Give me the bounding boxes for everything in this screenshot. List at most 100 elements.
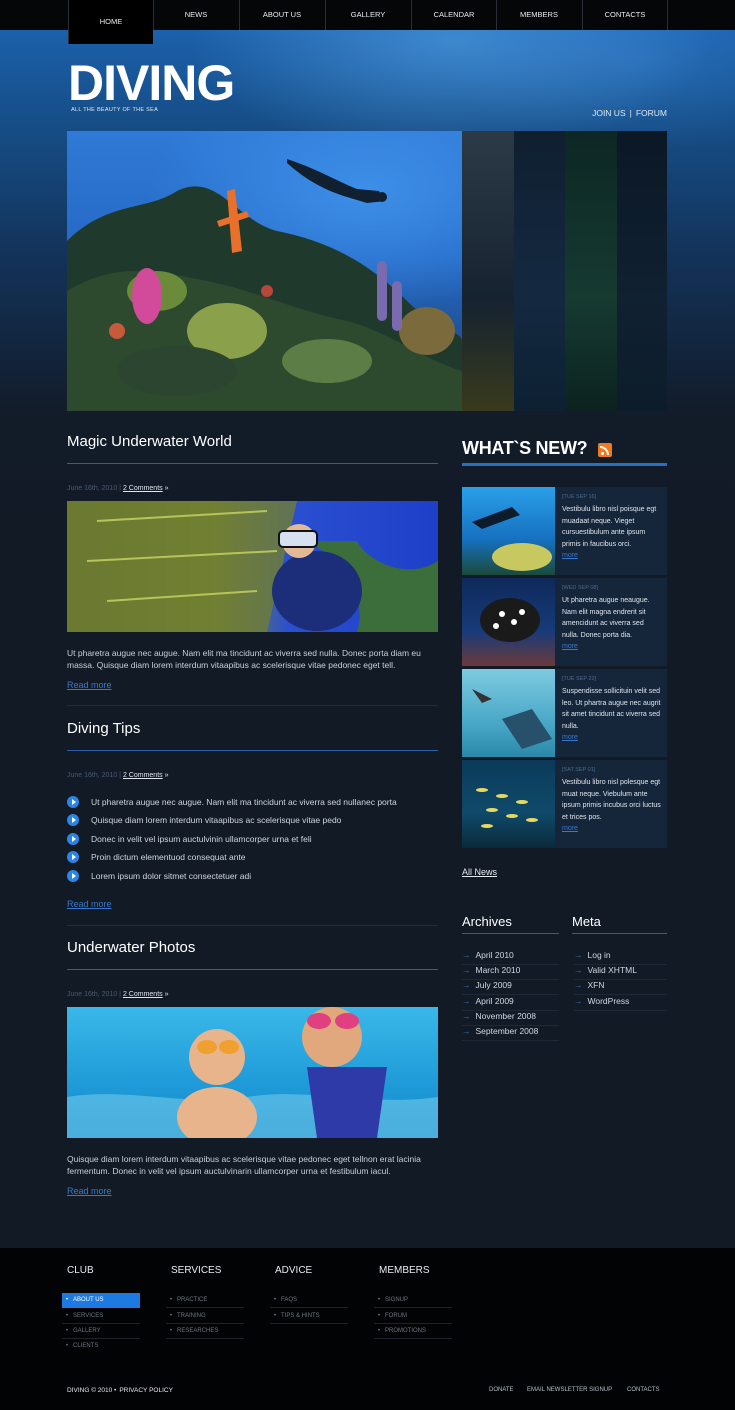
news-date: [WED SEP 08] <box>562 585 598 591</box>
post-title[interactable]: Underwater Photos <box>67 936 438 970</box>
news-item: [SAT SEP 01] Vestibulu libro nisl polesq… <box>462 760 667 848</box>
whats-new-title: WHAT`S NEW? <box>462 438 588 458</box>
thumb-shade <box>462 131 514 411</box>
nav-about-us[interactable]: ABOUT US <box>239 0 324 30</box>
slider-thumb-2[interactable] <box>513 131 565 411</box>
all-news-link[interactable]: All News <box>462 867 497 877</box>
footer-link-contacts[interactable]: CONTACTS <box>627 1387 660 1393</box>
thumb-shade <box>565 131 617 411</box>
nav-home[interactable]: HOME <box>68 0 153 44</box>
footer-link-faqs[interactable]: FAQS <box>270 1293 348 1308</box>
footer-link-gallery[interactable]: GALLERY <box>62 1324 140 1339</box>
meta-item[interactable]: → Log in <box>574 950 667 965</box>
post-title[interactable]: Magic Underwater World <box>67 430 438 464</box>
news-more-link[interactable]: more <box>562 825 578 832</box>
post-meta: June 16th, 2010 | 2 Comments » <box>67 991 169 998</box>
privacy-policy-link[interactable]: PRIVACY POLICY <box>119 1387 173 1394</box>
arrow-right-icon: → <box>574 980 583 990</box>
news-date: [SAT SEP 01] <box>562 767 596 773</box>
footer-column-title: ADVICE <box>275 1265 313 1276</box>
slider-thumb-3[interactable] <box>565 131 617 411</box>
pufferfish-thumb-illustration <box>480 598 540 642</box>
footer-link-donate[interactable]: DONATE <box>489 1387 514 1393</box>
tip-text: Ut pharetra augue nec augue. Nam elit ma… <box>91 797 397 807</box>
slider-thumb-1[interactable] <box>462 131 514 411</box>
arrow-right-icon: → <box>462 950 471 960</box>
play-bullet-icon <box>67 814 79 826</box>
news-more-link[interactable]: more <box>562 552 578 559</box>
diver-photo-illustration <box>67 501 438 632</box>
tip-text: Donec in velit vel ipsum auctulvinin ull… <box>91 834 312 844</box>
tip-text: Quisque diam lorem interdum vitaapibus a… <box>91 815 342 825</box>
footer-link-tips-hints[interactable]: TIPS & HINTS <box>270 1309 348 1324</box>
footer-link-researches[interactable]: RESEARCHES <box>166 1324 244 1339</box>
nav-gallery[interactable]: GALLERY <box>325 0 410 30</box>
thumb-shade <box>616 131 667 411</box>
footer-link-training[interactable]: TRAINING <box>166 1309 244 1324</box>
footer-link-practice[interactable]: PRACTICE <box>166 1293 244 1308</box>
nav-members[interactable]: MEMBERS <box>496 0 581 30</box>
comments-link[interactable]: 2 Comments <box>123 772 163 779</box>
hero-slider[interactable] <box>67 131 667 411</box>
post-image[interactable] <box>67 1007 438 1138</box>
footer-column-title: MEMBERS <box>379 1265 430 1276</box>
nav-calendar[interactable]: CALENDAR <box>411 0 496 30</box>
comments-link[interactable]: 2 Comments <box>123 991 163 998</box>
archives-underline <box>462 933 559 934</box>
footer-link-services[interactable]: SERVICES <box>62 1309 140 1324</box>
rss-icon[interactable] <box>598 443 612 457</box>
meta-item[interactable]: → XFN <box>574 980 667 995</box>
footer-link-clients[interactable]: CLIENTS <box>62 1339 140 1354</box>
news-thumbnail[interactable] <box>462 487 555 575</box>
read-more-link[interactable]: Read more <box>67 680 112 690</box>
slider-thumbnails <box>462 131 667 411</box>
meta-separator: | <box>119 772 121 779</box>
nav-divider <box>667 0 668 30</box>
comments-link[interactable]: 2 Comments <box>123 485 163 492</box>
archive-item[interactable]: → April 2010 <box>462 950 559 965</box>
nav-news[interactable]: NEWS <box>153 0 238 30</box>
nav-contacts[interactable]: CONTACTS <box>582 0 667 30</box>
site-logo[interactable]: DIVING <box>68 57 235 109</box>
archive-item[interactable]: → July 2009 <box>462 980 559 995</box>
forum-link[interactable]: FORUM <box>636 108 667 118</box>
post-date: June 16th, 2010 <box>67 485 118 492</box>
stingray-thumb-illustration <box>472 689 552 749</box>
footer-link-promotions[interactable]: PROMOTIONS <box>374 1324 452 1339</box>
news-more-link[interactable]: more <box>562 734 578 741</box>
footer-link-forum[interactable]: FORUM <box>374 1309 452 1324</box>
meta-item[interactable]: → WordPress <box>574 996 667 1011</box>
post-date: June 16th, 2010 <box>67 991 118 998</box>
slider-thumb-4[interactable] <box>616 131 667 411</box>
post-title[interactable]: Diving Tips <box>67 717 438 751</box>
news-item: [TUE SEP 16] Vestibulu libro nisl poisqu… <box>462 487 667 575</box>
comments-arrow-icon: » <box>164 485 169 492</box>
footer-column-title: SERVICES <box>171 1265 222 1276</box>
footer-link-newsletter[interactable]: EMAIL NEWSLETTER SIGNUP <box>527 1387 612 1393</box>
archive-item[interactable]: → September 2008 <box>462 1026 559 1041</box>
archive-label: March 2010 <box>475 965 521 975</box>
archive-item[interactable]: → March 2010 <box>462 965 559 980</box>
news-thumbnail[interactable] <box>462 760 555 848</box>
archive-label: September 2008 <box>475 1026 539 1036</box>
news-thumbnail[interactable] <box>462 669 555 757</box>
arrow-right-icon: → <box>574 965 583 975</box>
news-thumbnail[interactable] <box>462 578 555 666</box>
meta-item[interactable]: → Valid XHTML <box>574 965 667 980</box>
arrow-right-icon: → <box>462 965 471 975</box>
read-more-link[interactable]: Read more <box>67 899 112 909</box>
archive-label: July 2009 <box>475 980 512 990</box>
footer-link-about-us[interactable]: ABOUT US <box>62 1293 140 1308</box>
meta-label: XFN <box>587 980 605 990</box>
footer-column-title: CLUB <box>67 1265 94 1276</box>
news-more-link[interactable]: more <box>562 643 578 650</box>
join-us-link[interactable]: JOIN US <box>592 108 626 118</box>
footer-link-signup[interactable]: SIGNUP <box>374 1293 452 1308</box>
post-diving-tips: Diving Tips June 16th, 2010 | 2 Comments… <box>67 717 438 926</box>
read-more-link[interactable]: Read more <box>67 1186 112 1196</box>
arrow-right-icon: → <box>462 996 471 1006</box>
post-image[interactable] <box>67 501 438 632</box>
archive-item[interactable]: → November 2008 <box>462 1011 559 1026</box>
post-date: June 16th, 2010 <box>67 772 118 779</box>
archive-item[interactable]: → April 2009 <box>462 996 559 1011</box>
